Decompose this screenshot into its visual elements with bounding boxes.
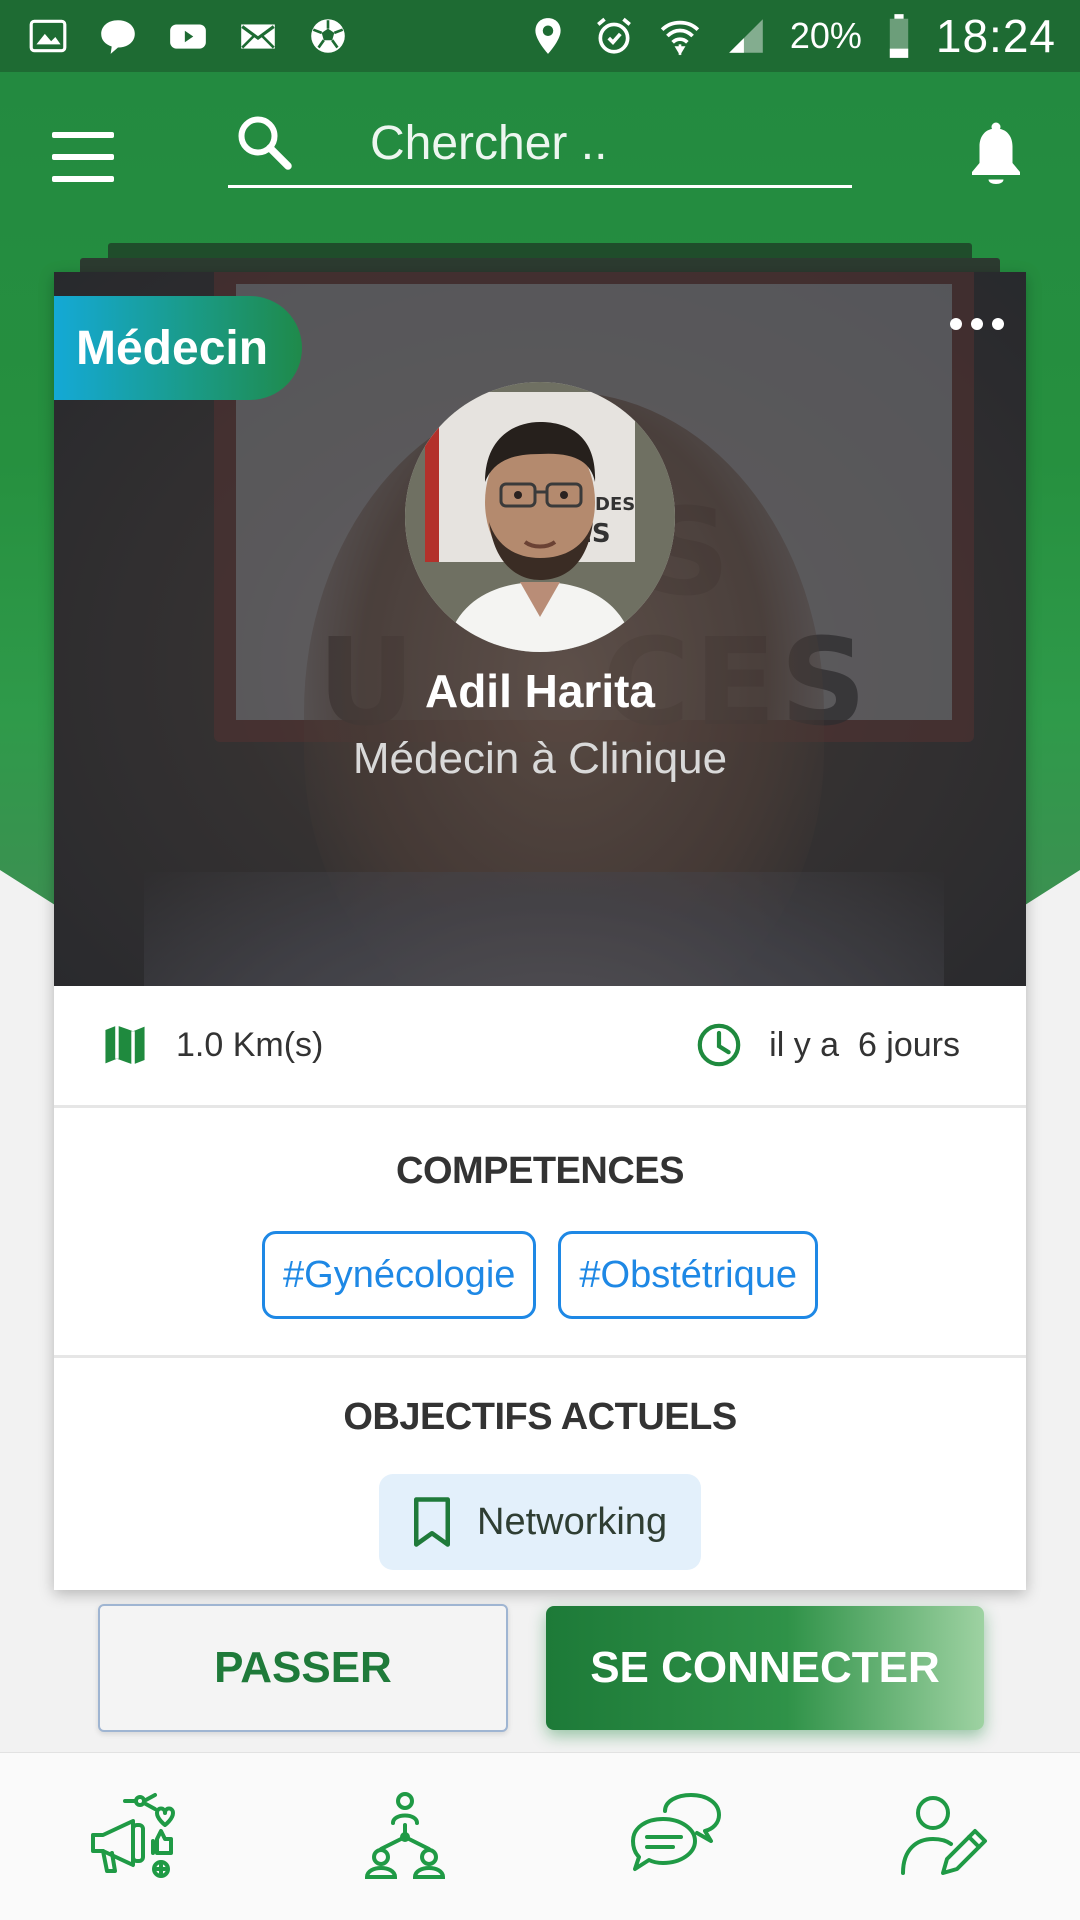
gallery-icon [26,14,70,58]
battery-icon [884,14,914,58]
search-input[interactable] [370,108,991,179]
status-bar: 20% 18:24 [0,0,1080,72]
goal-chip[interactable]: Networking [379,1474,701,1570]
avatar[interactable]: DES CES [405,382,675,652]
profile-name: Adil Harita [424,665,656,717]
skill-tag[interactable]: #Gynécologie [262,1231,537,1319]
svg-text:DES: DES [595,494,635,515]
clock-time: 18:24 [935,10,1056,62]
card-meta-row: 1.0 Km(s) il y a 6 jours [54,986,1026,1108]
clock-icon [695,1021,745,1071]
battery-percent: 20% [789,15,862,56]
map-icon [102,1022,150,1070]
bottom-navigation [0,1752,1080,1920]
more-options-icon[interactable] [950,314,1004,334]
skills-section: COMPETENCES #Gynécologie #Obstétrique [54,1108,1026,1358]
profile-role: Médecin à Clinique [352,734,728,783]
time-ago-text: il y a 6 jours [769,1026,960,1064]
goal-label: Networking [477,1500,668,1543]
app-header [0,72,1080,242]
youtube-icon [166,14,210,58]
skills-tags: #Gynécologie #Obstétrique [54,1231,1026,1319]
chat-bubbles-icon[interactable] [620,1782,730,1892]
goals-section: OBJECTIFS ACTUELS Networking [54,1358,1026,1588]
megaphone-social-icon[interactable] [80,1782,190,1892]
network-people-icon[interactable] [350,1782,460,1892]
pass-button[interactable]: PASSER [98,1604,508,1732]
notification-bell-icon[interactable] [966,122,1026,192]
mail-icon [236,14,280,58]
edit-profile-icon[interactable] [890,1782,1000,1892]
search-bar[interactable] [228,102,991,188]
goals-title: OBJECTIFS ACTUELS [343,1396,737,1438]
card-hero-image: DES U CES Médecin DES CES [54,272,1026,986]
wifi-icon [658,14,702,58]
category-badge: Médecin [54,296,302,400]
skill-tag[interactable]: #Obstétrique [558,1231,818,1319]
bookmark-icon [409,1495,455,1549]
hamburger-menu-icon[interactable] [52,132,114,182]
skills-title: COMPETENCES [396,1150,684,1192]
alarm-icon [592,14,636,58]
chat-bubble-icon [96,14,140,58]
time-ago-info: il y a 6 jours [695,1021,960,1071]
search-icon [234,112,294,176]
cell-signal-icon [724,14,768,58]
distance-text: 1.0 Km(s) [176,1026,324,1064]
soccer-ball-icon [306,14,350,58]
distance-info: 1.0 Km(s) [102,1022,323,1070]
connect-button[interactable]: SE CONNECTER [546,1606,984,1730]
profile-card[interactable]: DES U CES Médecin DES CES [54,272,1026,1590]
location-pin-icon [526,14,570,58]
